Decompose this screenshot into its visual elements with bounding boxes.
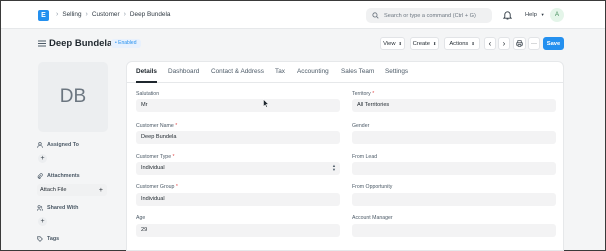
save-button[interactable]: Save [543,37,564,50]
search-placeholder: Search or type a command (Ctrl + G) [384,12,476,19]
attachments-section: Attachments [37,173,80,179]
chevron-down-icon: ⬍ [433,41,437,46]
status-badge-label: Enabled [118,40,137,46]
breadcrumb-current[interactable]: Deep Bundela [130,11,171,18]
status-badge: • Enabled [111,39,141,48]
add-share-button[interactable]: + [38,217,47,226]
hamburger-icon[interactable] [38,40,46,47]
tab-dashboard[interactable]: Dashboard [168,68,199,75]
share-icon [37,205,43,211]
printer-icon [516,40,523,47]
chevron-down-icon: ⬍ [471,41,475,46]
help-dropdown[interactable]: Help ▼ [525,12,545,18]
customer-type-label: Customer Type * [136,154,175,160]
paperclip-icon [37,173,43,179]
from-opportunity-label: From Opportunity [352,184,393,190]
breadcrumb-customer[interactable]: Customer [92,11,120,18]
help-label: Help [525,12,537,18]
form-card: Details Dashboard Contact & Address Tax … [126,61,564,251]
shared-with-section: Shared With [37,205,78,211]
customer-image-placeholder[interactable]: DB [38,62,108,132]
customer-group-label: Customer Group * [136,184,178,190]
from-lead-label: From Lead [352,154,378,160]
account-manager-label: Account Manager [352,215,393,221]
salutation-label: Salutation [136,91,160,97]
chevron-down-icon: ▼ [540,12,545,17]
more-button[interactable]: ··· [528,37,540,50]
add-assignee-button[interactable]: + [38,154,47,163]
actions-label: Actions [449,40,469,47]
territory-label: Territory * [352,91,375,97]
form-tabs: Details Dashboard Contact & Address Tax … [127,62,563,83]
chevron-left-icon: ‹ [488,38,492,48]
plus-icon: + [40,155,45,162]
chevron-right-icon: › [85,11,88,18]
breadcrumb-selling[interactable]: Selling [62,11,81,18]
tab-tax[interactable]: Tax [275,68,285,75]
tab-contact-address[interactable]: Contact & Address [211,68,264,75]
age-field[interactable]: 29 [136,224,340,237]
tab-settings[interactable]: Settings [385,68,408,75]
tags-section: Tags [37,236,59,242]
avatar[interactable]: A [550,8,564,22]
user-icon [37,142,43,148]
actions-button[interactable]: Actions ⬍ [444,37,480,50]
page-title: Deep Bundela [49,38,113,49]
chevron-right-icon: › [123,11,126,18]
gender-field[interactable] [352,131,556,144]
previous-button[interactable]: ‹ [484,37,496,50]
account-manager-field[interactable] [352,224,556,237]
salutation-field[interactable]: Mr [136,99,340,112]
active-tab-indicator [136,81,157,83]
age-label: Age [136,215,146,221]
create-label: Create [412,40,431,47]
chevron-down-icon: ⬍ [398,41,402,46]
print-button[interactable] [513,37,526,50]
tab-details[interactable]: Details [136,68,157,75]
bell-icon[interactable] [503,10,512,20]
from-opportunity-field[interactable] [352,193,556,206]
tab-accounting[interactable]: Accounting [297,68,329,75]
gender-label: Gender [352,123,370,129]
tags-label: Tags [47,236,60,242]
shared-with-label: Shared With [47,205,79,211]
search-input[interactable]: Search or type a command (Ctrl + G) [366,8,492,23]
chevron-updown-icon: ▲ ▼ [332,163,336,172]
mouse-cursor-icon [263,99,269,108]
attach-file-label: Attach File [40,187,67,193]
app-logo[interactable]: E [38,10,49,21]
plus-icon: + [98,186,103,194]
save-label: Save [546,40,561,47]
customer-name-label: Customer Name * [136,123,178,129]
tag-icon [37,236,43,242]
territory-field[interactable]: All Territories [352,99,556,112]
view-button[interactable]: View ⬍ [380,37,405,50]
customer-type-select[interactable]: Individual ▲ ▼ [136,162,340,175]
navbar: E › Selling › Customer › Deep Bundela Se… [1,1,605,29]
assigned-to-section: Assigned To [37,142,79,148]
next-button[interactable]: › [498,37,510,50]
create-button[interactable]: Create ⬍ [410,37,439,50]
attach-file-button[interactable]: Attach File + [37,184,107,196]
more-icon: ··· [531,40,537,47]
customer-type-value: Individual [141,165,165,171]
plus-icon: + [40,218,45,225]
tab-sales-team[interactable]: Sales Team [341,68,374,75]
breadcrumb: › Selling › Customer › Deep Bundela [52,11,170,18]
customer-group-field[interactable]: Individual [136,193,340,206]
attachments-label: Attachments [47,173,80,179]
chevron-right-icon: › [56,11,59,18]
view-label: View [383,40,396,47]
search-icon [372,12,379,19]
assigned-to-label: Assigned To [47,142,79,148]
customer-name-field[interactable]: Deep Bundela [136,131,340,144]
from-lead-field[interactable] [352,162,556,175]
chevron-right-icon: › [502,38,506,48]
